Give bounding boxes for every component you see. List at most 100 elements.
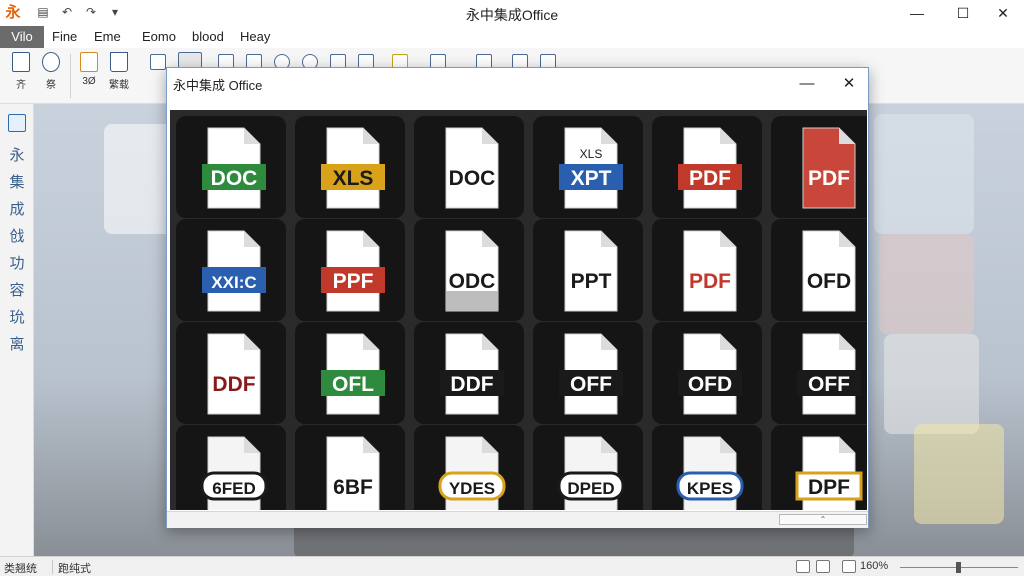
file-icon: OFL [321,333,385,415]
file-format-label: OFF [570,373,612,396]
file-corner-fold [482,334,498,350]
file-icon: DPF [795,436,863,510]
file-format-label: 6BF [333,476,373,499]
format-button[interactable]: 3Ø [76,52,102,87]
file-format-label: XXI:C [211,273,256,292]
sidebar-char: 成 [9,201,25,218]
scroll-up-button[interactable]: ⌃ [779,514,867,525]
left-sidebar: 永 集 成 戗 功 容 玧 离 [0,104,34,556]
file-format-label: XPT [571,167,612,190]
menu-item-2[interactable]: Fine [52,26,77,48]
file-corner-fold [244,437,260,453]
file-sub-label: XLS [580,147,603,161]
menu-item-3[interactable]: Eme [94,26,121,48]
file-format-label: DDF [450,373,493,396]
file-corner-fold [482,231,498,247]
file-icon: DPED [557,436,625,510]
file-corner-fold [244,231,260,247]
file-format-label: YDES [449,479,495,498]
file-format-label: DPED [567,479,614,498]
file-format-tile[interactable]: DPED [533,425,643,510]
file-format-tile[interactable]: ODC [414,219,524,321]
file-format-tile[interactable]: DPF [771,425,867,510]
file-format-label: ODC [449,270,496,293]
sidebar-char: 功 [9,255,25,272]
background-file-tile [879,234,974,334]
file-format-label: PDF [689,167,731,190]
file-format-label: 6FED [212,479,255,498]
menu-item-4[interactable]: Eomo [142,26,176,48]
file-icon: OFD [678,333,742,415]
file-format-tile[interactable]: XLS [295,116,405,218]
shapes-icon [110,52,128,72]
file-corner-fold [363,437,379,453]
file-format-tile[interactable]: PPT [533,219,643,321]
file-corner-fold [482,437,498,453]
file-format-tile[interactable]: OFD [771,219,867,321]
file-icon: PDF [678,127,742,209]
close-button[interactable]: ✕ [980,0,1024,26]
file-format-tile[interactable]: OFF [771,322,867,424]
sidebar-char: 永 [9,147,25,164]
dialog-minimize-button[interactable]: — [787,68,827,98]
file-icon: 6BF [326,436,380,510]
file-icon: KPES [676,436,744,510]
menu-item-5[interactable]: blood [192,26,224,48]
file-format-tile[interactable]: KPES [652,425,762,510]
file-icon: DOC [202,127,266,209]
file-format-label: KPES [687,479,733,498]
file-format-tile[interactable]: 6FED [176,425,286,510]
file-format-tile[interactable]: PDF [652,219,762,321]
file-format-tile[interactable]: DDF [414,322,524,424]
menu-item-6[interactable]: Heay [240,26,270,48]
office-dialog: 永中集成 Office — ✕ DOC XLS DOC XLS XPT PDF PDF XXI… [166,67,869,528]
file-corner-fold [244,128,260,144]
file-format-tile[interactable]: XXI:C [176,219,286,321]
status-mode: 跑纯式 [58,563,91,575]
file-format-label: OFF [808,373,850,396]
file-format-tile[interactable]: PDF [652,116,762,218]
file-format-tile[interactable]: PPF [295,219,405,321]
background-file-tile [874,114,974,234]
file-icon: XLS XPT [559,127,623,209]
file-format-tile[interactable]: OFL [295,322,405,424]
clipboard-icon [80,52,98,72]
file-format-tile[interactable]: DOC [176,116,286,218]
ribbon-divider [70,54,71,98]
file-format-label: OFD [688,373,732,396]
file-format-tile[interactable]: 6BF [295,425,405,510]
file-format-tile[interactable]: PDF [771,116,867,218]
file-format-tile[interactable]: OFD [652,322,762,424]
template-button[interactable]: 繁载 [106,52,132,91]
sidebar-char: 集 [9,174,25,191]
file-icon: XXI:C [202,230,266,312]
menu-bar: Vilo Fine Eme Eomo blood Heay [0,26,1024,48]
brush-icon[interactable] [150,54,166,70]
file-icon: PDF [683,230,737,312]
dialog-close-button[interactable]: ✕ [829,68,869,98]
file-format-tile[interactable]: DDF [176,322,286,424]
file-format-tile[interactable]: YDES [414,425,524,510]
minimize-button[interactable]: — [894,0,940,26]
file-format-tile[interactable]: OFF [533,322,643,424]
zoom-fit-icon[interactable] [842,560,856,573]
view-layout-icon[interactable] [816,560,830,573]
file-corner-fold [363,231,379,247]
settings-button[interactable]: 祭 [38,52,64,91]
view-normal-icon[interactable] [796,560,810,573]
title-bar: 永 ▤ ↶ ↷ ▾ 永中集成Office — ☐ ✕ [0,0,1024,26]
file-format-label: PPT [571,270,612,293]
file-format-tile[interactable]: XLS XPT [533,116,643,218]
menu-item-file[interactable]: Vilo [0,26,44,48]
file-icon: PDF [802,127,856,209]
file-format-tile[interactable]: DOC [414,116,524,218]
sidebar-char: 离 [9,336,25,353]
file-corner-fold [482,128,498,144]
file-format-label: DDF [212,373,255,396]
new-document-button[interactable]: 齐 [8,52,34,91]
file-format-label: DOC [211,167,258,190]
status-page-info: 类翘统 [4,563,37,575]
sidebar-app-icon[interactable] [8,114,26,132]
zoom-slider-thumb[interactable] [956,562,962,573]
file-format-label: XLS [333,167,374,190]
